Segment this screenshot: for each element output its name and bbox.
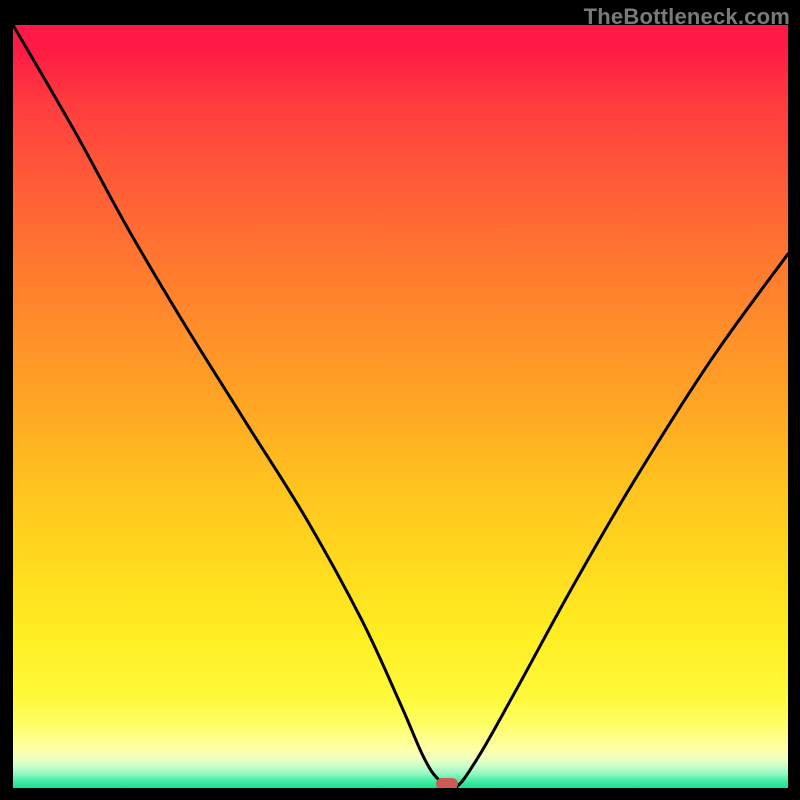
plot-area — [13, 25, 788, 788]
chart-frame: TheBottleneck.com — [0, 0, 800, 800]
minimum-marker — [436, 778, 458, 788]
bottleneck-curve — [13, 25, 788, 788]
watermark-text: TheBottleneck.com — [584, 4, 790, 30]
